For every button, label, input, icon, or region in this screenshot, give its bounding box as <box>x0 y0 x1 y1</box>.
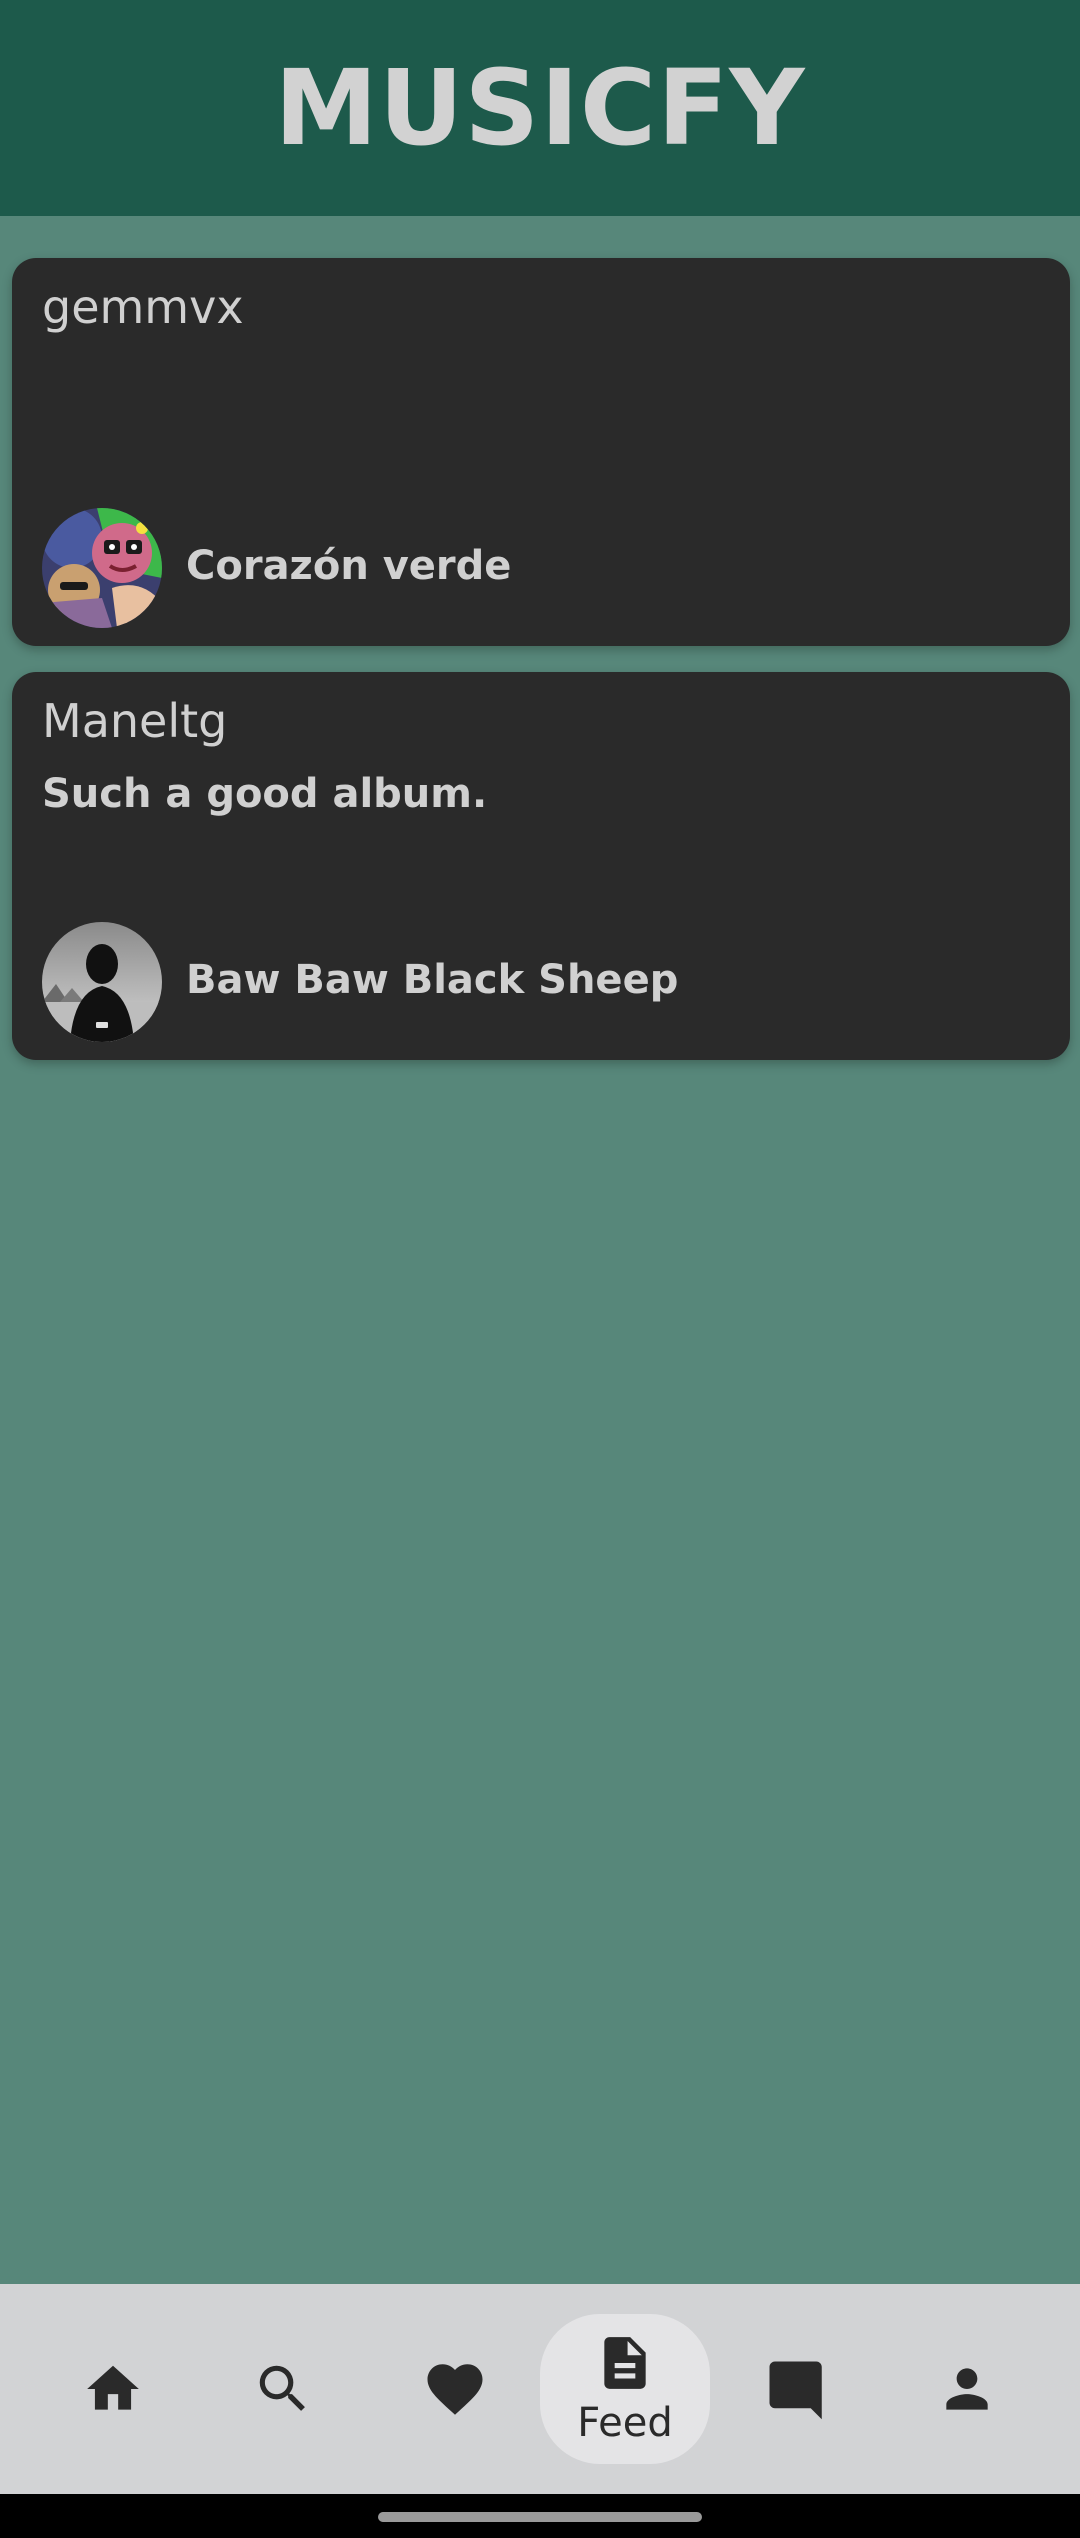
colorful-album-art-icon <box>42 508 162 628</box>
nav-favorites[interactable] <box>370 2314 540 2464</box>
nav-profile[interactable] <box>882 2314 1052 2464</box>
feed-post-card[interactable]: gemmvx Corazón verde <box>12 258 1070 646</box>
album-cover-image[interactable] <box>42 508 162 628</box>
bottom-navigation: Feed <box>0 2284 1080 2494</box>
profile-icon <box>946 2368 988 2410</box>
nav-home[interactable] <box>28 2314 198 2464</box>
feed-icon <box>604 2337 646 2389</box>
album-title[interactable]: Baw Baw Black Sheep <box>186 956 678 1004</box>
app-title: MUSICFY <box>274 47 806 169</box>
feed-list: gemmvx Corazón verde Maneltg Such a good… <box>12 258 1070 1086</box>
gesture-handle[interactable] <box>378 2512 702 2522</box>
heart-icon <box>427 2364 483 2415</box>
home-icon <box>87 2365 139 2410</box>
nav-feed[interactable]: Feed <box>540 2314 710 2464</box>
silhouette-album-art-icon <box>42 922 162 1042</box>
nav-search[interactable] <box>198 2314 368 2464</box>
post-comment: Such a good album. <box>42 771 488 817</box>
search-icon <box>259 2365 305 2411</box>
post-username[interactable]: Maneltg <box>42 694 227 749</box>
nav-feed-label: Feed <box>577 2400 673 2446</box>
album-title[interactable]: Corazón verde <box>186 542 511 590</box>
album-cover-image[interactable] <box>42 922 162 1042</box>
system-gesture-bar <box>0 2494 1080 2538</box>
chat-icon <box>769 2361 822 2420</box>
nav-messages[interactable] <box>712 2314 882 2464</box>
post-username[interactable]: gemmvx <box>42 280 244 335</box>
app-header: MUSICFY <box>0 0 1080 216</box>
feed-post-card[interactable]: Maneltg Such a good album. Baw Baw Black… <box>12 672 1070 1060</box>
